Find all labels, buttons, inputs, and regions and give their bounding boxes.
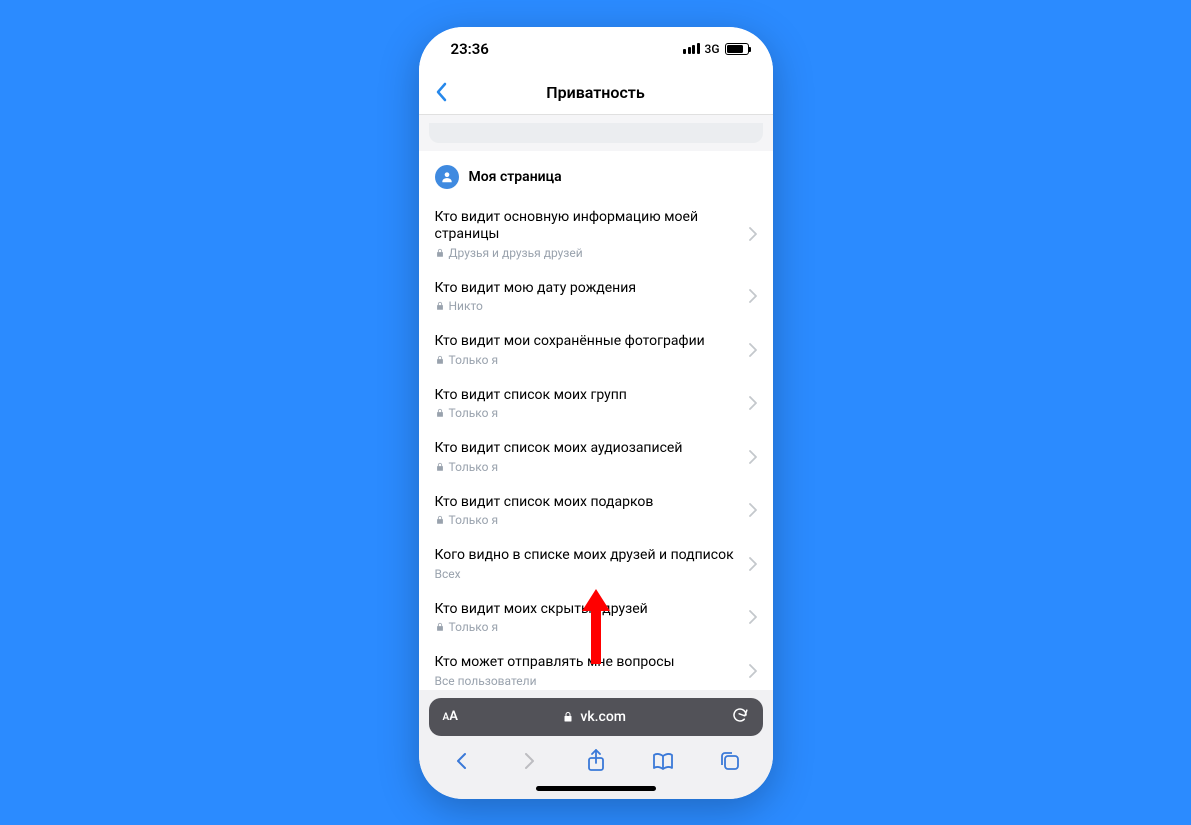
chevron-right-icon xyxy=(749,343,757,357)
person-icon xyxy=(435,165,459,189)
reload-button[interactable] xyxy=(731,706,749,728)
chevron-right-icon xyxy=(749,396,757,410)
chevron-right-icon xyxy=(749,227,757,241)
row-title: Кто видит список моих групп xyxy=(435,387,739,405)
row-title: Кто видит основную информацию моей стран… xyxy=(435,209,739,244)
lock-icon xyxy=(435,408,445,418)
privacy-section: Моя страница Кто видит основную информац… xyxy=(419,151,773,690)
chevron-right-icon xyxy=(749,664,757,678)
back-button[interactable] xyxy=(427,77,457,107)
tabs-button[interactable] xyxy=(717,748,743,774)
nav-forward-button[interactable] xyxy=(516,748,542,774)
lock-icon xyxy=(435,355,445,365)
status-time: 23:36 xyxy=(451,40,489,58)
share-button[interactable] xyxy=(583,748,609,774)
row-value: Все пользователи xyxy=(435,674,537,688)
privacy-row[interactable]: Кто видит моих скрытых друзейТолько я xyxy=(419,591,773,645)
url-domain: vk.com xyxy=(562,709,626,725)
page-title: Приватность xyxy=(546,83,644,102)
chevron-right-icon xyxy=(749,503,757,517)
privacy-row[interactable]: Кого видно в списке моих друзей и подпис… xyxy=(419,537,773,591)
row-value: Никто xyxy=(449,299,483,313)
row-title: Кого видно в списке моих друзей и подпис… xyxy=(435,547,739,565)
privacy-row[interactable]: Кто видит список моих подарковТолько я xyxy=(419,484,773,538)
phone-frame: 23:36 3G Приватность xyxy=(419,27,773,799)
signal-icon xyxy=(683,43,700,54)
privacy-row[interactable]: Кто видит основную информацию моей стран… xyxy=(419,199,773,270)
chevron-right-icon xyxy=(749,557,757,571)
lock-icon xyxy=(435,301,445,311)
chevron-right-icon xyxy=(519,751,539,771)
row-title: Кто видит список моих подарков xyxy=(435,494,739,512)
row-title: Кто видит список моих аудиозаписей xyxy=(435,440,739,458)
row-title: Кто может отправлять мне вопросы xyxy=(435,654,739,672)
url-bar[interactable]: AA vk.com xyxy=(429,698,763,736)
tabs-icon xyxy=(720,751,740,771)
row-title: Кто видит мою дату рождения xyxy=(435,280,739,298)
book-icon xyxy=(652,751,674,771)
nav-back-button[interactable] xyxy=(449,748,475,774)
row-value: Друзья и друзья друзей xyxy=(449,246,583,260)
row-value: Только я xyxy=(449,406,499,420)
settings-content[interactable]: Моя страница Кто видит основную информац… xyxy=(419,115,773,690)
status-indicators: 3G xyxy=(683,42,749,56)
row-title: Кто видит моих скрытых друзей xyxy=(435,601,739,619)
lock-icon xyxy=(435,248,445,258)
lock-icon xyxy=(435,515,445,525)
chevron-right-icon xyxy=(749,289,757,303)
text-size-button[interactable]: AA xyxy=(443,709,458,724)
reload-icon xyxy=(731,706,749,724)
chevron-right-icon xyxy=(749,610,757,624)
row-value: Только я xyxy=(449,620,499,634)
row-value: Только я xyxy=(449,353,499,367)
chevron-right-icon xyxy=(749,450,757,464)
section-title: Моя страница xyxy=(469,169,562,185)
lock-icon xyxy=(562,711,574,723)
status-bar: 23:36 3G xyxy=(419,27,773,71)
privacy-row[interactable]: Кто может отправлять мне вопросы Все поль… xyxy=(419,644,773,690)
lock-icon xyxy=(435,622,445,632)
row-value: Всех xyxy=(435,567,461,581)
network-label: 3G xyxy=(705,42,720,56)
row-title: Кто видит мои сохранённые фотографии xyxy=(435,333,739,351)
privacy-row[interactable]: Кто видит список моих аудиозаписей Только… xyxy=(419,430,773,484)
section-header-my-page: Моя страница xyxy=(419,151,773,199)
share-icon xyxy=(586,749,606,773)
home-indicator xyxy=(536,786,656,791)
chevron-left-icon xyxy=(452,751,472,771)
privacy-row[interactable]: Кто видит мою дату рожденияНикто xyxy=(419,270,773,324)
safari-toolbar xyxy=(429,742,763,774)
battery-icon xyxy=(725,43,749,55)
chevron-left-icon xyxy=(435,82,449,102)
row-value: Только я xyxy=(449,460,499,474)
lock-icon xyxy=(435,462,445,472)
safari-chrome: AA vk.com xyxy=(419,690,773,799)
nav-bar: Приватность xyxy=(419,71,773,115)
privacy-row[interactable]: Кто видит список моих группТолько я xyxy=(419,377,773,431)
privacy-row[interactable]: Кто видит мои сохранённые фотографии Толь… xyxy=(419,323,773,377)
bookmarks-button[interactable] xyxy=(650,748,676,774)
row-value: Только я xyxy=(449,513,499,527)
